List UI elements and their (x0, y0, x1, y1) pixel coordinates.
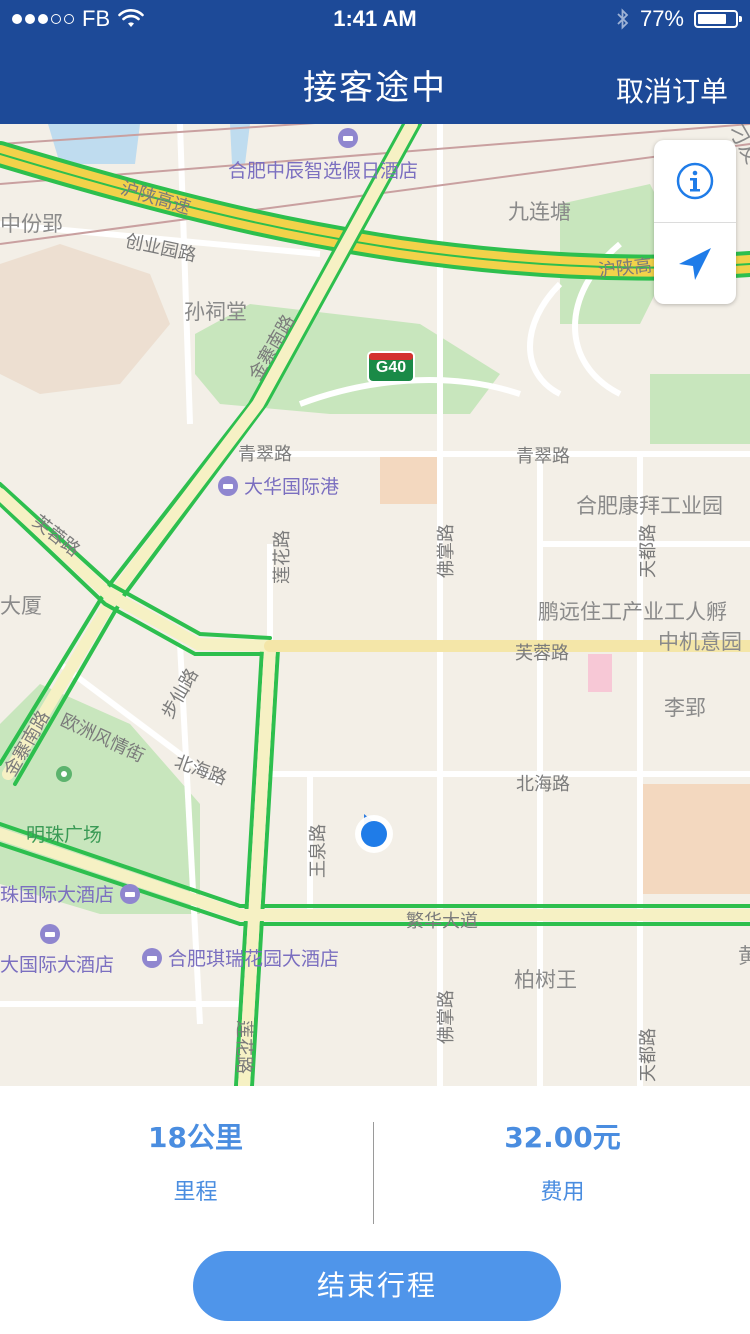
poi-label: 合肥中辰智选假日酒店 (228, 160, 419, 182)
location-arrow-icon (679, 248, 711, 280)
current-location-marker (352, 812, 396, 856)
map-view[interactable]: 沪陕高速 沪陕高 创业园路 金寨南路 金寨南路 青翠路 青翠路 芙蓉路 芙蓉路 … (0, 124, 750, 1086)
distance-stat: 18公里 里程 (8, 1086, 383, 1206)
highway-shield-label: G40 (375, 359, 407, 376)
battery-percent: 77% (639, 6, 684, 31)
poi-hotel-daguoji[interactable]: 大国际大酒店 (0, 924, 114, 976)
park-label-text: 明珠广场 (26, 824, 103, 846)
cancel-order-button[interactable]: 取消订单 (616, 70, 728, 110)
info-icon (676, 162, 714, 200)
info-button[interactable] (654, 140, 736, 222)
hotel-icon (40, 924, 60, 944)
map-area-label: 柏树王 (514, 968, 577, 992)
map-area-label: 黄 (738, 944, 750, 968)
distance-label: 里程 (173, 1180, 218, 1205)
map-label: 芙蓉路 (515, 643, 569, 664)
nav-bar: 接客途中 取消订单 (0, 40, 750, 124)
battery-fill (698, 14, 726, 24)
highway-shield: G40 (366, 350, 416, 384)
fee-value: 32.00元 (504, 1121, 621, 1154)
map-area-label: 鹏远住工产业工人孵 (538, 600, 727, 624)
hotel-icon (142, 948, 162, 968)
fee-label: 费用 (540, 1180, 585, 1205)
map-area-label: 中份郢 (0, 212, 63, 236)
locate-me-button[interactable] (654, 222, 736, 305)
fee-stat: 32.00元 费用 (375, 1086, 750, 1206)
map-label: 莲花路 (233, 1020, 254, 1074)
poi-label: 大华国际港 (244, 476, 340, 498)
map-label: 青翠路 (238, 444, 292, 465)
poi-hotel-qirui[interactable]: 合肥琪瑞花园大酒店 (142, 944, 339, 971)
map-label: 天都路 (638, 524, 659, 578)
status-right: 77% (616, 6, 742, 32)
map-label: 莲花路 (272, 530, 293, 584)
bluetooth-icon (617, 8, 629, 30)
map-label: 天都路 (638, 1028, 659, 1082)
building-icon (218, 476, 238, 496)
map-area-label: 合肥康拜工业园 (576, 494, 723, 518)
map-label: 佛掌路 (436, 524, 457, 578)
map-area-label: 中机意园 (658, 630, 742, 654)
park-icon (56, 766, 72, 782)
map-label: 佛掌路 (436, 990, 457, 1044)
poi-label: 大国际大酒店 (0, 954, 115, 976)
trip-panel: 18公里 里程 32.00元 费用 结束行程 (0, 1086, 750, 1334)
map-controls (654, 140, 736, 304)
poi-hotel-zhuguoji[interactable]: 珠国际大酒店 (0, 880, 146, 907)
map-label: 北海路 (516, 774, 570, 795)
distance-value: 18公里 (148, 1121, 243, 1154)
end-trip-button[interactable]: 结束行程 (193, 1251, 561, 1321)
hotel-icon (338, 128, 358, 148)
map-area-label: 孙祠堂 (184, 300, 247, 324)
poi-hotel-chenzhi[interactable]: 合肥中辰智选假日酒店 (228, 128, 418, 182)
status-bar: FB 1:41 AM 77% (0, 0, 750, 40)
poi-label: 珠国际大酒店 (0, 884, 115, 906)
map-area-label: 李郢 (664, 696, 706, 720)
map-area-label: 大厦 (0, 594, 42, 618)
map-area-label: 九连塘 (508, 200, 571, 224)
map-label: 繁华大道 (406, 911, 478, 932)
poi-label: 合肥琪瑞花园大酒店 (168, 948, 340, 970)
stat-divider (373, 1122, 374, 1224)
battery-icon (694, 10, 742, 28)
hotel-icon (120, 884, 141, 904)
map-label: 青翠路 (516, 446, 570, 467)
map-label: 王泉路 (308, 824, 329, 878)
poi-dahua[interactable]: 大华国际港 (218, 472, 339, 499)
